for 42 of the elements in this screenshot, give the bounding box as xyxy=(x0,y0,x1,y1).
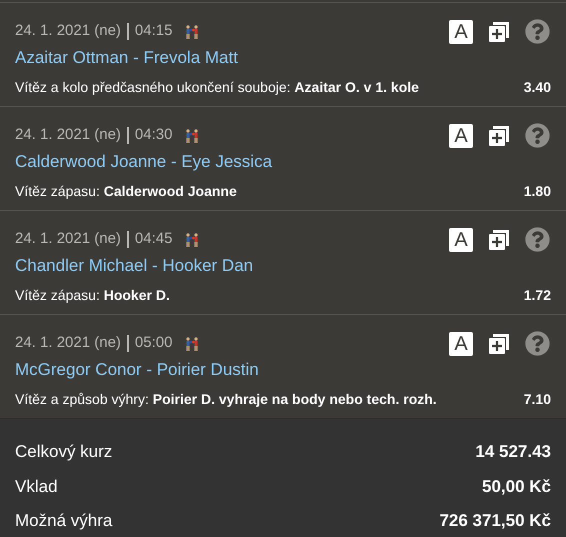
summary-value: 726 371,50 Kč xyxy=(439,510,551,532)
help-icon[interactable] xyxy=(525,331,550,356)
boxers-icon xyxy=(184,24,200,38)
match-link[interactable]: Azaitar Ottman - Frevola Matt xyxy=(15,45,551,70)
help-icon[interactable] xyxy=(525,19,550,44)
bet-description: Vítěz a kolo předčasného ukončení souboje: Azaitar O. v 1. kole xyxy=(15,78,419,97)
key-button[interactable]: A xyxy=(449,20,473,44)
add-copy-icon[interactable] xyxy=(487,228,511,252)
add-copy-icon[interactable] xyxy=(487,124,511,148)
odds-value: 1.80 xyxy=(524,182,551,200)
event-time: 05:00 xyxy=(134,333,172,354)
odds-value: 1.72 xyxy=(524,286,551,304)
odds-value: 3.40 xyxy=(524,78,551,96)
help-icon[interactable] xyxy=(525,227,550,252)
odds-value: 7.10 xyxy=(524,390,551,408)
match-link[interactable]: Chandler Michael - Hooker Dan xyxy=(15,253,551,278)
event-date: 24. 1. 2021 (ne) xyxy=(15,229,121,250)
event-time: 04:45 xyxy=(134,229,172,250)
event-date: 24. 1. 2021 (ne) xyxy=(15,21,121,42)
bet-description: Vítěz zápasu: Hooker D. xyxy=(15,286,170,305)
key-button[interactable]: A xyxy=(449,332,473,356)
key-button[interactable]: A xyxy=(449,228,473,252)
event-time: 04:30 xyxy=(134,125,172,146)
summary-label: Možná výhra xyxy=(15,510,112,532)
summary-label: Celkový kurz xyxy=(15,441,112,463)
add-copy-icon[interactable] xyxy=(487,332,511,356)
bet-description: Vítěz zápasu: Calderwood Joanne xyxy=(15,182,237,201)
boxers-icon xyxy=(184,128,200,142)
boxers-icon xyxy=(184,232,200,246)
match-link[interactable]: McGregor Conor - Poirier Dustin xyxy=(15,357,551,382)
match-link[interactable]: Calderwood Joanne - Eye Jessica xyxy=(15,149,551,174)
event-date: 24. 1. 2021 (ne) xyxy=(15,333,121,354)
boxers-icon xyxy=(184,336,200,350)
event-time: 04:15 xyxy=(134,21,172,42)
summary-label: Vklad xyxy=(15,476,58,498)
summary-value: 14 527.43 xyxy=(475,441,551,463)
key-button[interactable]: A xyxy=(449,124,473,148)
bet-description: Vítěz a způsob výhry: Poirier D. vyhraje na body nebo tech. rozh. xyxy=(15,390,437,409)
add-copy-icon[interactable] xyxy=(487,20,511,44)
help-icon[interactable] xyxy=(525,123,550,148)
event-date: 24. 1. 2021 (ne) xyxy=(15,125,121,146)
summary-value: 50,00 Kč xyxy=(482,476,551,498)
